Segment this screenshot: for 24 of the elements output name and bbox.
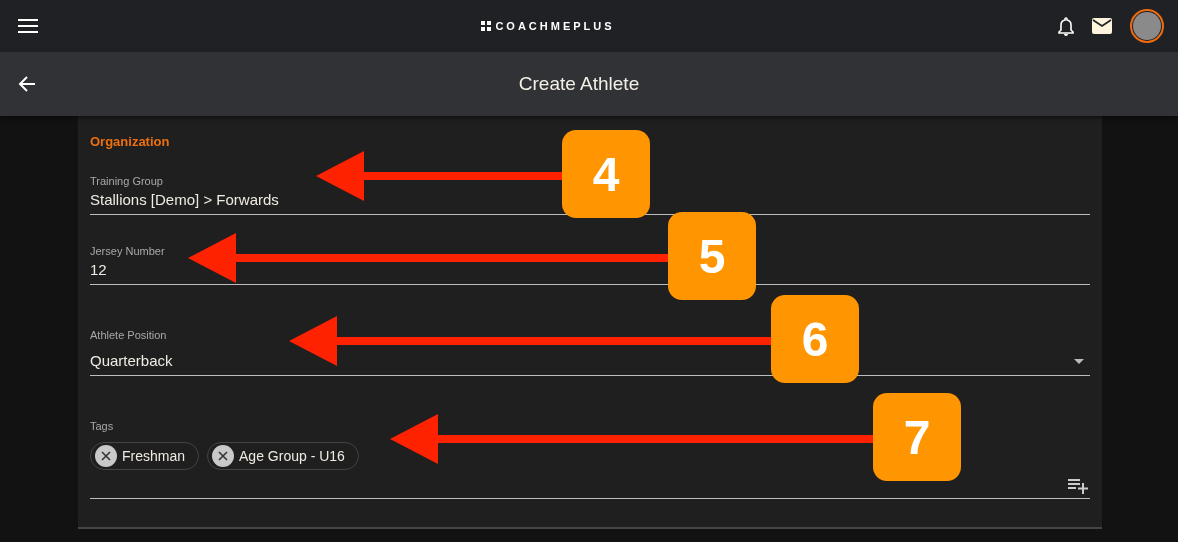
menu-icon[interactable] (18, 19, 38, 33)
page-title: Create Athlete (517, 73, 641, 95)
callout-badge: 5 (668, 212, 756, 300)
logo-grid-icon (481, 21, 492, 31)
app-logo: COACHMEPLUS (481, 20, 615, 32)
field-label: Jersey Number (90, 244, 166, 259)
callout-badge: 4 (562, 130, 650, 218)
back-arrow-icon[interactable] (18, 76, 36, 92)
callout-badge: 7 (873, 393, 961, 481)
user-avatar[interactable] (1130, 9, 1164, 43)
playlist-add-icon[interactable] (1068, 479, 1088, 494)
field-value: 12 (90, 260, 108, 280)
mail-icon[interactable] (1092, 18, 1112, 34)
field-value: Stallions [Demo] > Forwards (90, 190, 280, 210)
field-label: Training Group (90, 174, 164, 189)
field-value: Quarterback (90, 351, 173, 371)
remove-icon[interactable] (95, 445, 117, 467)
notification-bell-icon[interactable] (1058, 16, 1074, 36)
remove-icon[interactable] (212, 445, 235, 467)
dropdown-caret-icon[interactable] (1074, 359, 1084, 364)
section-heading: Organization (90, 133, 171, 151)
callout-badge: 6 (771, 295, 859, 383)
field-label: Athlete Position (90, 328, 168, 343)
field-label: Tags (90, 419, 115, 434)
